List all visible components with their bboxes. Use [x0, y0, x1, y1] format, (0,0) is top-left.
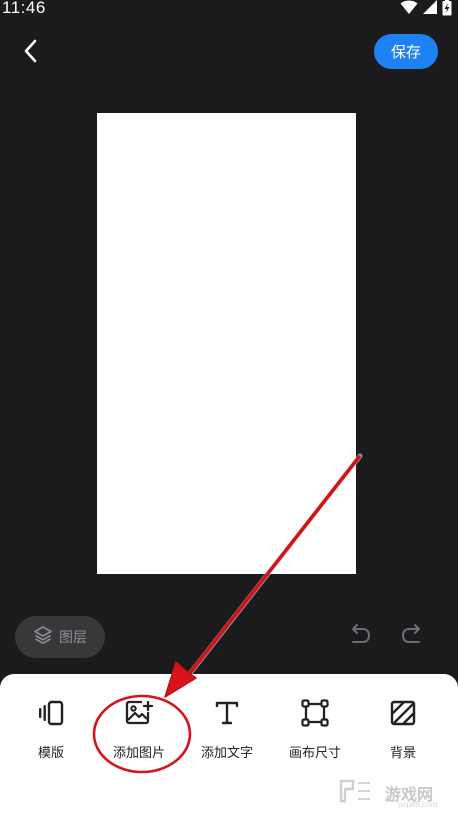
layers-button[interactable]: 图层 [15, 616, 105, 658]
design-canvas[interactable] [97, 113, 356, 574]
text-icon [212, 698, 242, 728]
wifi-icon [400, 0, 418, 19]
add-image-icon [124, 698, 154, 728]
watermark: 游戏网 pcp89.com [338, 776, 452, 810]
redo-button[interactable] [398, 622, 426, 650]
tool-canvas-size[interactable]: 画布尺寸 [272, 698, 358, 768]
undo-icon [348, 623, 372, 649]
signal-icon [422, 0, 438, 19]
undo-button[interactable] [346, 622, 374, 650]
watermark-logo-icon [338, 776, 382, 810]
tool-add-text-label: 添加文字 [200, 746, 253, 761]
watermark-url: pcp89.com [398, 800, 438, 809]
editor-screen: 11:46 保存 图层 模版 添加图片 添加文字 画布尺寸 背景 游戏网 pcp… [0, 0, 458, 820]
background-icon [388, 698, 418, 728]
tool-add-image-label: 添加图片 [112, 746, 165, 761]
tool-background[interactable]: 背景 [360, 698, 446, 768]
battery-charging-icon [442, 0, 452, 20]
save-button[interactable]: 保存 [374, 34, 438, 69]
tool-template[interactable]: 模版 [8, 698, 94, 768]
template-icon [36, 698, 66, 728]
tool-template-label: 模版 [37, 746, 64, 761]
layers-icon [33, 625, 53, 649]
tool-background-label: 背景 [389, 746, 416, 761]
tool-add-image[interactable]: 添加图片 [96, 698, 182, 768]
status-icons [400, 0, 452, 18]
status-bar: 11:46 [0, 0, 458, 22]
redo-icon [400, 623, 424, 649]
chevron-left-icon [21, 39, 41, 67]
tool-canvas-size-label: 画布尺寸 [288, 746, 341, 761]
status-time: 11:46 [2, 0, 46, 17]
tool-add-text[interactable]: 添加文字 [184, 698, 270, 768]
layers-label: 图层 [59, 630, 87, 646]
canvas-size-icon [300, 698, 330, 728]
back-button[interactable] [14, 36, 48, 70]
